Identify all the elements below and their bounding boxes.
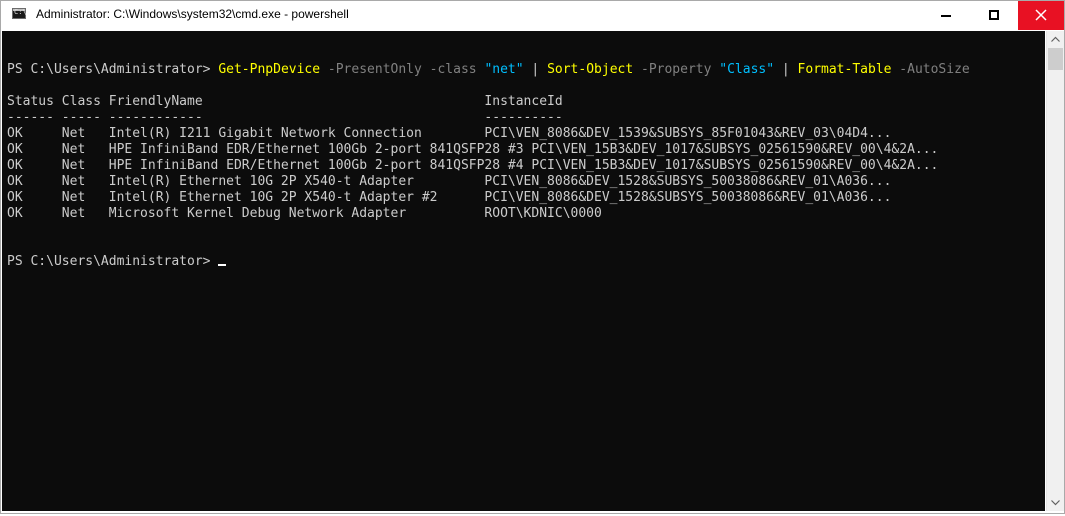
table-row: OK Net Intel(R) Ethernet 10G 2P X540-t A…	[7, 174, 892, 189]
console-icon[interactable]: C:\	[12, 8, 27, 19]
string-net: "net"	[484, 62, 524, 77]
close-button[interactable]	[1018, 1, 1064, 30]
table-row: OK Net HPE InfiniBand EDR/Ethernet 100Gb…	[7, 142, 939, 157]
parameter-presentonly-class: -PresentOnly -class	[320, 62, 485, 77]
table-row: OK Net HPE InfiniBand EDR/Ethernet 100Gb…	[7, 158, 939, 173]
table-row: OK Net Intel(R) I211 Gigabit Network Con…	[7, 126, 892, 141]
table-header: Status Class FriendlyName InstanceId	[7, 94, 563, 109]
table-separator: ------ ----- ------------ ----------	[7, 110, 563, 125]
prompt-line[interactable]: PS C:\Users\Administrator>	[7, 254, 227, 270]
maximize-icon	[989, 10, 999, 20]
cmdlet-get-pnpdevice: Get-PnpDevice	[218, 62, 321, 77]
chevron-down-icon	[1051, 500, 1060, 506]
maximize-button[interactable]	[971, 1, 1017, 30]
minimize-icon	[941, 15, 951, 17]
close-icon	[1035, 9, 1047, 21]
chevron-up-icon	[1051, 36, 1060, 42]
parameter-property: -Property	[633, 62, 720, 77]
pipe-operator: |	[523, 62, 548, 77]
prompt: PS C:\Users\Administrator>	[7, 62, 219, 77]
scroll-down-button[interactable]	[1047, 494, 1064, 511]
title-bar[interactable]: C:\ Administrator: C:\Windows\system32\c…	[1, 1, 1064, 30]
parameter-autosize: -AutoSize	[891, 62, 970, 77]
cmdlet-sort-object: Sort-Object	[547, 62, 634, 77]
prompt: PS C:\Users\Administrator>	[7, 254, 219, 269]
powershell-window: C:\ Administrator: C:\Windows\system32\c…	[0, 0, 1065, 514]
scroll-up-button[interactable]	[1047, 31, 1064, 48]
scrollbar-thumb[interactable]	[1048, 48, 1063, 70]
table-row: OK Net Microsoft Kernel Debug Network Ad…	[7, 206, 602, 221]
console-output[interactable]: PS C:\Users\Administrator> Get-PnpDevice…	[2, 31, 1045, 511]
table-row: OK Net Intel(R) Ethernet 10G 2P X540-t A…	[7, 190, 892, 205]
string-class: "Class"	[719, 62, 775, 77]
pipe-operator: |	[774, 62, 798, 77]
minimize-button[interactable]	[924, 1, 970, 30]
command-line: PS C:\Users\Administrator> Get-PnpDevice…	[7, 62, 970, 78]
window-title: Administrator: C:\Windows\system32\cmd.e…	[36, 7, 349, 21]
text-cursor	[218, 264, 227, 266]
vertical-scrollbar[interactable]	[1046, 31, 1064, 511]
cmdlet-format-table: Format-Table	[797, 62, 892, 77]
